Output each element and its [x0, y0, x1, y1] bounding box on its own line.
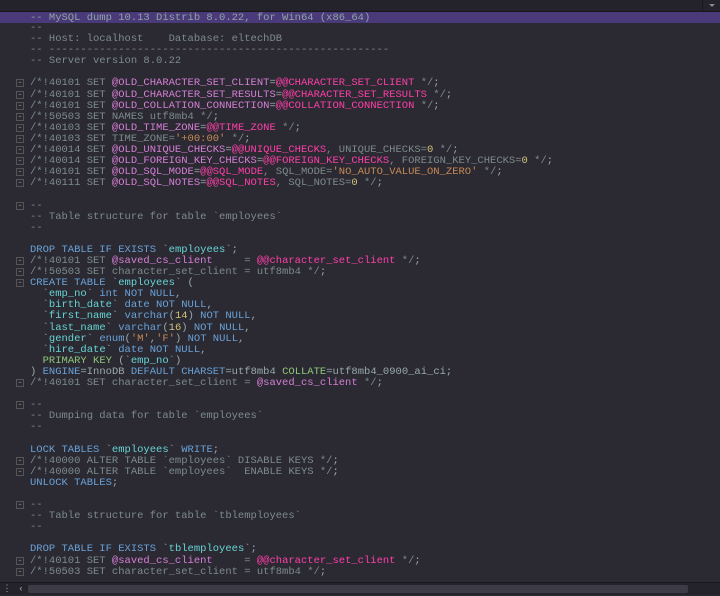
- toolbar-dropdown-icon[interactable]: [702, 0, 720, 11]
- code-token: , SQL_NOTES=: [276, 177, 352, 189]
- code-token: ,: [244, 322, 250, 334]
- code-line[interactable]: [30, 189, 720, 200]
- code-token: @@SQL_NOTES: [206, 177, 275, 189]
- code-token: */: [477, 166, 496, 178]
- collapse-right-icon[interactable]: ‹: [14, 583, 28, 596]
- fold-icon[interactable]: [16, 157, 24, 165]
- code-token: ;: [320, 566, 326, 578]
- code-line[interactable]: --: [30, 522, 720, 533]
- code-token: */: [395, 555, 414, 567]
- code-token: @OLD_SQL_NOTES: [112, 177, 200, 189]
- file-header-banner: -- MySQL dump 10.13 Distrib 8.0.22, for …: [0, 12, 720, 23]
- code-token: ,: [251, 310, 257, 322]
- code-line[interactable]: --: [30, 422, 720, 433]
- fold-icon[interactable]: [16, 179, 24, 187]
- code-line[interactable]: /*!50503 SET character_set_client = utf8…: [30, 567, 720, 578]
- fold-icon[interactable]: [16, 279, 24, 287]
- code-line[interactable]: /*!40101 SET character_set_client = @sav…: [30, 378, 720, 389]
- code-line[interactable]: [30, 489, 720, 500]
- code-token: ,: [238, 333, 244, 345]
- code-token: ;: [496, 166, 502, 178]
- code-token: @@COLLATION_CONNECTION: [276, 100, 415, 112]
- code-area[interactable]: ---- Host: localhost Database: eltechDB-…: [0, 23, 720, 578]
- fold-icon[interactable]: [16, 168, 24, 176]
- fold-icon[interactable]: [16, 401, 24, 409]
- code-line[interactable]: [30, 389, 720, 400]
- code-token: /*!50503 SET character_set_client = utf8…: [30, 566, 320, 578]
- code-line[interactable]: /*!40000 ALTER TABLE `employees` ENABLE …: [30, 467, 720, 478]
- fold-icon[interactable]: [16, 557, 24, 565]
- code-token: ;: [320, 266, 326, 278]
- code-token: ;: [377, 177, 383, 189]
- code-token: -- Table structure for table `tblemploye…: [30, 510, 301, 522]
- fold-icon[interactable]: [16, 202, 24, 210]
- fold-icon[interactable]: [16, 268, 24, 276]
- code-token: */: [358, 177, 377, 189]
- code-token: */: [528, 155, 547, 167]
- code-token: ;: [414, 555, 420, 567]
- fold-icon[interactable]: [16, 501, 24, 509]
- code-editor[interactable]: ---- Host: localhost Database: eltechDB-…: [0, 23, 720, 583]
- fold-icon[interactable]: [16, 113, 24, 121]
- fold-icon[interactable]: [16, 468, 24, 476]
- code-token: -- Dumping data for table `employees`: [30, 410, 263, 422]
- fold-icon[interactable]: [16, 568, 24, 576]
- code-line[interactable]: UNLOCK TABLES;: [30, 478, 720, 489]
- code-token: ;: [446, 89, 452, 101]
- toolbar-spacer: [0, 0, 702, 11]
- fold-icon[interactable]: [16, 91, 24, 99]
- code-token: */: [414, 100, 433, 112]
- code-token: ;: [377, 377, 383, 389]
- code-token: UNLOCK TABLES: [30, 477, 112, 489]
- code-token: ;: [547, 155, 553, 167]
- code-token: */: [395, 255, 414, 267]
- fold-icon[interactable]: [16, 102, 24, 110]
- code-token: ;: [295, 122, 301, 134]
- code-line[interactable]: --: [30, 223, 720, 234]
- code-line[interactable]: /*!40111 SET @OLD_SQL_NOTES=@@SQL_NOTES,…: [30, 178, 720, 189]
- code-token: ;: [433, 100, 439, 112]
- fold-icon[interactable]: [16, 135, 24, 143]
- code-token: ;: [332, 466, 338, 478]
- fold-icon[interactable]: [16, 79, 24, 87]
- code-token: */: [358, 377, 377, 389]
- fold-icon[interactable]: [16, 146, 24, 154]
- fold-icon[interactable]: [16, 379, 24, 387]
- code-token: -- Server version 8.0.22: [30, 55, 181, 67]
- fold-icon[interactable]: [16, 457, 24, 465]
- code-line[interactable]: -- Server version 8.0.22: [30, 56, 720, 67]
- code-line[interactable]: -- Table structure for table `tblemploye…: [30, 511, 720, 522]
- horizontal-scrollbar[interactable]: [28, 584, 720, 594]
- fold-icon[interactable]: [16, 124, 24, 132]
- fold-icon[interactable]: [16, 257, 24, 265]
- code-token: ,: [200, 344, 206, 356]
- code-token: /*!40111 SET: [30, 177, 112, 189]
- code-token: ;: [112, 477, 118, 489]
- collapse-left-icon[interactable]: ⋮: [0, 583, 14, 596]
- code-line[interactable]: -- Table structure for table `employees`: [30, 212, 720, 223]
- code-token: /*!40101 SET character_set_client =: [30, 377, 257, 389]
- code-line[interactable]: -- Dumping data for table `employees`: [30, 411, 720, 422]
- code-token: ;: [414, 255, 420, 267]
- bottom-bar: ⋮ ‹: [0, 582, 720, 595]
- code-token: */: [276, 122, 295, 134]
- top-toolbar: [0, 0, 720, 12]
- code-token: -- Table structure for table `employees`: [30, 211, 282, 223]
- code-token: @saved_cs_client: [257, 377, 358, 389]
- scrollbar-thumb[interactable]: [28, 585, 688, 593]
